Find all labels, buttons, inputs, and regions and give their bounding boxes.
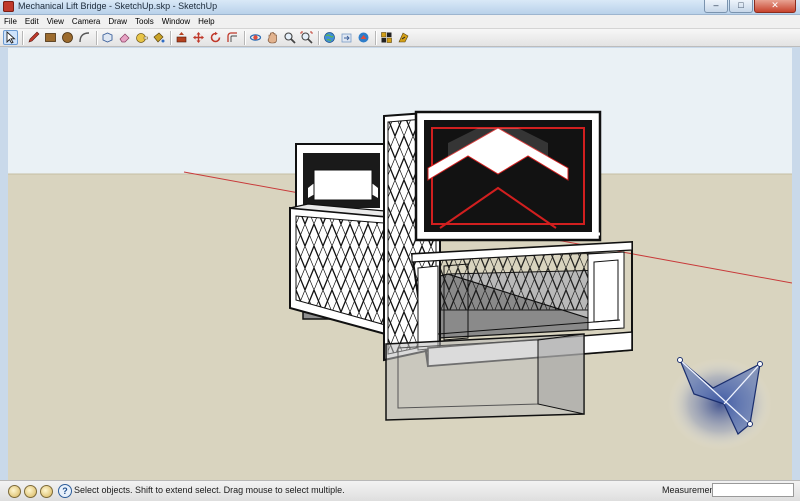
toolbar-separator (318, 30, 319, 45)
rotate-tool-button[interactable] (208, 30, 223, 45)
pencil-icon (28, 31, 40, 43)
window-title: Mechanical Lift Bridge - SketchUp.skp - … (18, 1, 218, 11)
eraser-icon (119, 33, 130, 43)
instructor-help-icon[interactable]: ? (58, 484, 72, 498)
component-browser-tool-button[interactable] (379, 30, 394, 45)
offset-icon (227, 32, 237, 42)
toolbar-separator (96, 30, 97, 45)
line-tool-button[interactable] (26, 30, 41, 45)
zoom-extents-icon (300, 31, 313, 44)
status-bar: ? Select objects. Shift to extend select… (0, 480, 800, 501)
status-message: Select objects. Shift to extend select. … (74, 485, 345, 495)
rectangle-icon (45, 33, 56, 42)
main-toolbar (0, 29, 800, 47)
paint-bucket-tool-button[interactable] (151, 30, 166, 45)
warehouse-icon (358, 32, 369, 43)
navigation-gizmo[interactable] (668, 357, 772, 451)
menu-file[interactable]: File (0, 17, 21, 26)
zoom-extents-tool-button[interactable] (299, 30, 314, 45)
minimize-button[interactable]: – (704, 0, 728, 13)
menu-draw[interactable]: Draw (104, 17, 131, 26)
push-pull-icon (176, 32, 187, 43)
drawing-viewport[interactable] (8, 48, 792, 480)
geo-location-icon[interactable] (8, 485, 21, 498)
layout-tool-button[interactable] (396, 30, 411, 45)
components-icon (381, 32, 392, 43)
menu-view[interactable]: View (43, 17, 68, 26)
rotate-icon (210, 31, 221, 43)
arc-tool-button[interactable] (77, 30, 92, 45)
hand-icon (267, 32, 277, 44)
zoom-tool-button[interactable] (282, 30, 297, 45)
tape-measure-tool-button[interactable] (134, 30, 149, 45)
magnifier-icon (284, 32, 296, 44)
offset-tool-button[interactable] (225, 30, 240, 45)
window-controls: – □ ✕ (704, 0, 796, 14)
toolbar-separator (244, 30, 245, 45)
bridge-model-scene (8, 48, 792, 480)
move-tool-button[interactable] (191, 30, 206, 45)
menu-help[interactable]: Help (194, 17, 218, 26)
measurements-field[interactable] (712, 483, 794, 497)
menu-bar: File Edit View Camera Draw Tools Window … (0, 15, 800, 29)
move-icon (193, 32, 204, 43)
menu-edit[interactable]: Edit (21, 17, 43, 26)
rectangle-tool-button[interactable] (43, 30, 58, 45)
component-icon (102, 32, 113, 43)
tape-measure-icon (136, 33, 148, 43)
circle-tool-button[interactable] (60, 30, 75, 45)
make-component-tool-button[interactable] (100, 30, 115, 45)
maximize-button[interactable]: □ (729, 0, 753, 13)
menu-tools[interactable]: Tools (131, 17, 158, 26)
circle-icon (62, 32, 73, 43)
menu-window[interactable]: Window (158, 17, 194, 26)
layout-icon (398, 32, 409, 43)
extension-warehouse-tool-button[interactable] (356, 30, 371, 45)
arrow-cursor-icon (6, 31, 16, 44)
user-account-icon[interactable] (40, 485, 53, 498)
menu-camera[interactable]: Camera (68, 17, 104, 26)
get-models-tool-button[interactable] (322, 30, 337, 45)
orbit-icon (249, 34, 262, 41)
select-tool-button[interactable] (3, 30, 18, 45)
toolbar-separator (22, 30, 23, 45)
credits-icon[interactable] (24, 485, 37, 498)
push-pull-tool-button[interactable] (174, 30, 189, 45)
close-button[interactable]: ✕ (754, 0, 796, 13)
front-pier (385, 333, 585, 421)
sketchup-app-icon[interactable] (3, 1, 14, 12)
share-icon (341, 33, 352, 43)
toolbar-separator (375, 30, 376, 45)
pan-tool-button[interactable] (265, 30, 280, 45)
arc-icon (79, 32, 90, 43)
share-model-tool-button[interactable] (339, 30, 354, 45)
paint-bucket-icon (153, 32, 165, 43)
eraser-tool-button[interactable] (117, 30, 132, 45)
globe-icon (324, 32, 335, 43)
toolbar-separator (170, 30, 171, 45)
title-bar: Mechanical Lift Bridge - SketchUp.skp - … (0, 0, 800, 15)
orbit-tool-button[interactable] (248, 30, 263, 45)
